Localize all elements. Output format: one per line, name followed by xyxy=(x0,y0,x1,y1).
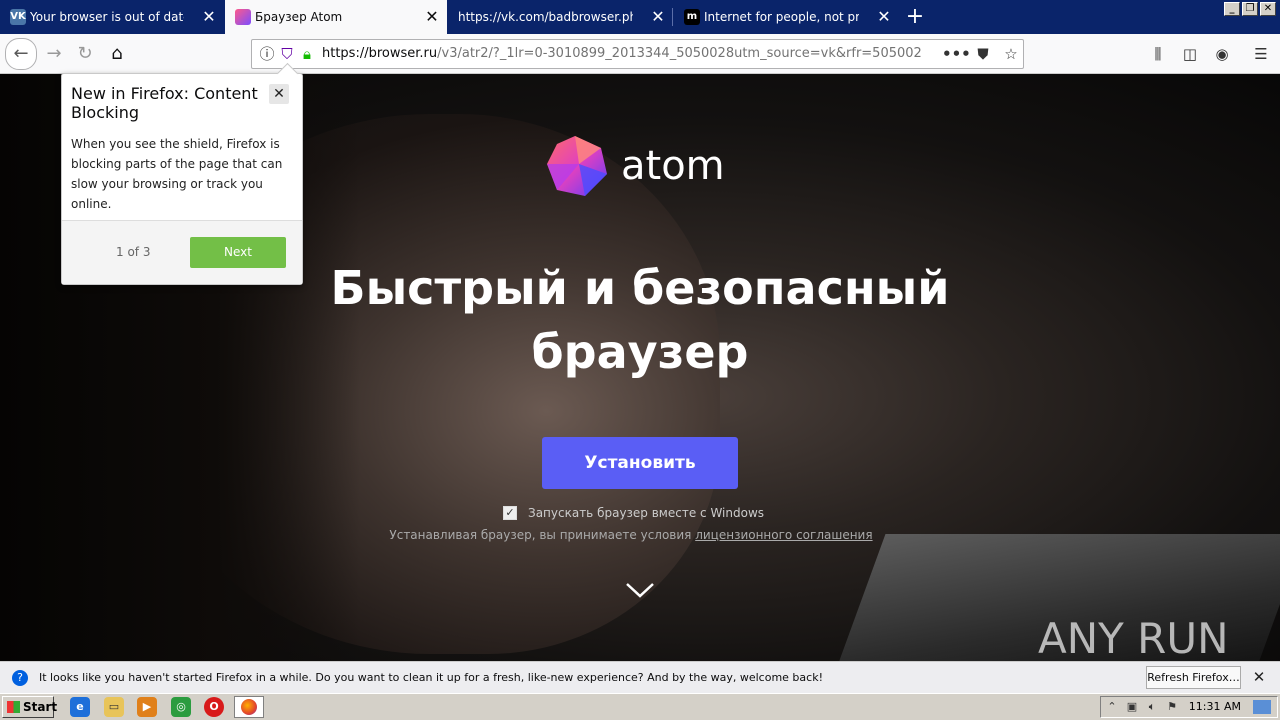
popup-step-counter: 1 of 3 xyxy=(116,245,151,259)
url-text[interactable]: https://browser.ru/v3/atr2/?_1lr=0-30108… xyxy=(322,40,922,68)
scroll-down-chevron-icon[interactable] xyxy=(624,574,656,606)
close-tab-icon[interactable]: ✕ xyxy=(649,8,667,26)
bookmark-star-icon[interactable]: ☆ xyxy=(1000,40,1022,68)
taskbar: Start e ▭ ▶ ◎ O ⌃ ▣ 🔈︎ ⚑ 11:31 AM xyxy=(0,693,1280,720)
lock-icon: 🔒︎ xyxy=(303,45,311,63)
tab-label: Your browser is out of date xyxy=(30,10,184,24)
license-agreement-link[interactable]: лицензионного соглашения xyxy=(695,528,872,542)
url-path: /v3/atr2/?_1lr=0-3010899_2013344_5050028… xyxy=(437,46,922,61)
url-host: https://browser.ru xyxy=(322,46,438,61)
close-window-button[interactable]: ✕ xyxy=(1260,2,1276,16)
new-tab-button[interactable]: + xyxy=(900,4,930,30)
close-tab-icon[interactable]: ✕ xyxy=(875,8,893,26)
question-icon: ? xyxy=(12,670,28,686)
restore-button[interactable]: ❐ xyxy=(1242,2,1258,16)
home-button[interactable]: ⌂ xyxy=(103,40,131,68)
clock: 11:31 AM xyxy=(1188,700,1241,713)
volume-icon[interactable]: 🔈︎ xyxy=(1145,700,1159,714)
license-prefix: Устанавливая браузер, вы принимаете усло… xyxy=(389,528,696,542)
minimize-button[interactable]: _ xyxy=(1224,2,1240,16)
media-player-icon[interactable]: ▶ xyxy=(137,697,157,717)
popup-next-button[interactable]: Next xyxy=(190,237,286,268)
popup-close-button[interactable]: ✕ xyxy=(269,84,289,104)
window-controls: _ ❐ ✕ xyxy=(1224,2,1276,16)
mozilla-icon: m xyxy=(684,9,700,25)
atom-logo-icon xyxy=(547,136,607,196)
page-actions-icon[interactable]: ••• xyxy=(942,40,971,68)
tab-separator xyxy=(672,8,673,26)
atom-logo-text: atom xyxy=(621,143,725,189)
internet-explorer-icon[interactable]: e xyxy=(70,697,90,717)
refresh-firefox-button[interactable]: Refresh Firefox… xyxy=(1146,666,1241,689)
tab-browser-out-of-date[interactable]: VK Your browser is out of date ✕ xyxy=(0,0,224,34)
firefox-icon xyxy=(241,699,257,715)
tray-expand-icon[interactable]: ⌃ xyxy=(1105,700,1119,714)
autostart-checkbox[interactable]: ✓ xyxy=(503,506,517,520)
tab-mozilla[interactable]: m Internet for people, not profit — M ✕ xyxy=(674,0,899,34)
back-button[interactable]: ← xyxy=(5,38,37,70)
notification-close-button[interactable]: ✕ xyxy=(1250,668,1268,686)
system-tray: ⌃ ▣ 🔈︎ ⚑ 11:31 AM xyxy=(1100,696,1278,718)
tab-label: Браузер Atom xyxy=(255,10,343,24)
show-desktop-icon[interactable] xyxy=(1253,700,1271,714)
navigation-toolbar: ← → ↻ ⌂ ⓘ ⛉ 🔒︎ https://browser.ru/v3/atr… xyxy=(0,34,1280,74)
info-icon[interactable]: ⓘ xyxy=(256,40,278,68)
reload-button[interactable]: ↻ xyxy=(71,40,99,68)
autostart-option[interactable]: ✓ Запускать браузер вместе с Windows xyxy=(503,506,764,520)
tab-label: Internet for people, not profit — M xyxy=(704,10,859,24)
network-icon[interactable]: ▣ xyxy=(1125,700,1139,714)
close-tab-icon[interactable]: ✕ xyxy=(200,8,218,26)
pocket-icon[interactable]: ⛊ xyxy=(972,40,994,68)
tab-label: https://vk.com/badbrowser.php xyxy=(458,10,633,24)
opera-icon[interactable]: O xyxy=(204,697,224,717)
screen: VK Your browser is out of date ✕ Браузер… xyxy=(0,0,1280,720)
tab-vk-badbrowser[interactable]: https://vk.com/badbrowser.php ✕ xyxy=(448,0,673,34)
anyrun-watermark: ANY RUN xyxy=(1038,614,1229,661)
forward-button[interactable]: → xyxy=(40,40,68,68)
atom-logo: atom xyxy=(545,134,725,198)
license-notice: Устанавливая браузер, вы принимаете усло… xyxy=(0,528,1262,542)
menu-icon[interactable]: ☰ xyxy=(1250,40,1272,68)
library-icon[interactable]: ⫼ xyxy=(1147,40,1169,68)
url-bar[interactable]: ⓘ ⛉ 🔒︎ https://browser.ru/v3/atr2/?_1lr=… xyxy=(251,39,1024,69)
close-tab-icon[interactable]: ✕ xyxy=(423,8,441,26)
tab-atom[interactable]: Браузер Atom ✕ xyxy=(225,0,447,34)
refresh-notification-bar: ? It looks like you haven't started Fire… xyxy=(0,661,1280,693)
install-button[interactable]: Установить xyxy=(542,437,738,489)
action-center-flag-icon[interactable]: ⚑ xyxy=(1165,700,1179,714)
tab-strip: VK Your browser is out of date ✕ Браузер… xyxy=(0,0,1280,34)
account-icon[interactable]: ◉ xyxy=(1211,40,1233,68)
autostart-label: Запускать браузер вместе с Windows xyxy=(528,506,765,520)
popup-footer: 1 of 3 Next xyxy=(62,220,302,284)
popup-title: New in Firefox: Content Blocking xyxy=(71,84,258,122)
vk-icon: VK xyxy=(10,9,26,25)
headline-line-2: браузер xyxy=(531,325,749,379)
sidebar-icon[interactable]: ◫ xyxy=(1179,40,1201,68)
chrome-icon[interactable]: ◎ xyxy=(171,697,191,717)
file-explorer-icon[interactable]: ▭ xyxy=(104,697,124,717)
content-blocking-popup: New in Firefox: Content Blocking ✕ When … xyxy=(61,73,303,285)
firefox-taskbar-button[interactable] xyxy=(234,696,264,718)
start-button[interactable]: Start xyxy=(2,696,57,718)
popup-body: When you see the shield, Firefox is bloc… xyxy=(71,137,283,211)
atom-icon xyxy=(235,9,251,25)
notification-text: It looks like you haven't started Firefo… xyxy=(39,671,823,684)
